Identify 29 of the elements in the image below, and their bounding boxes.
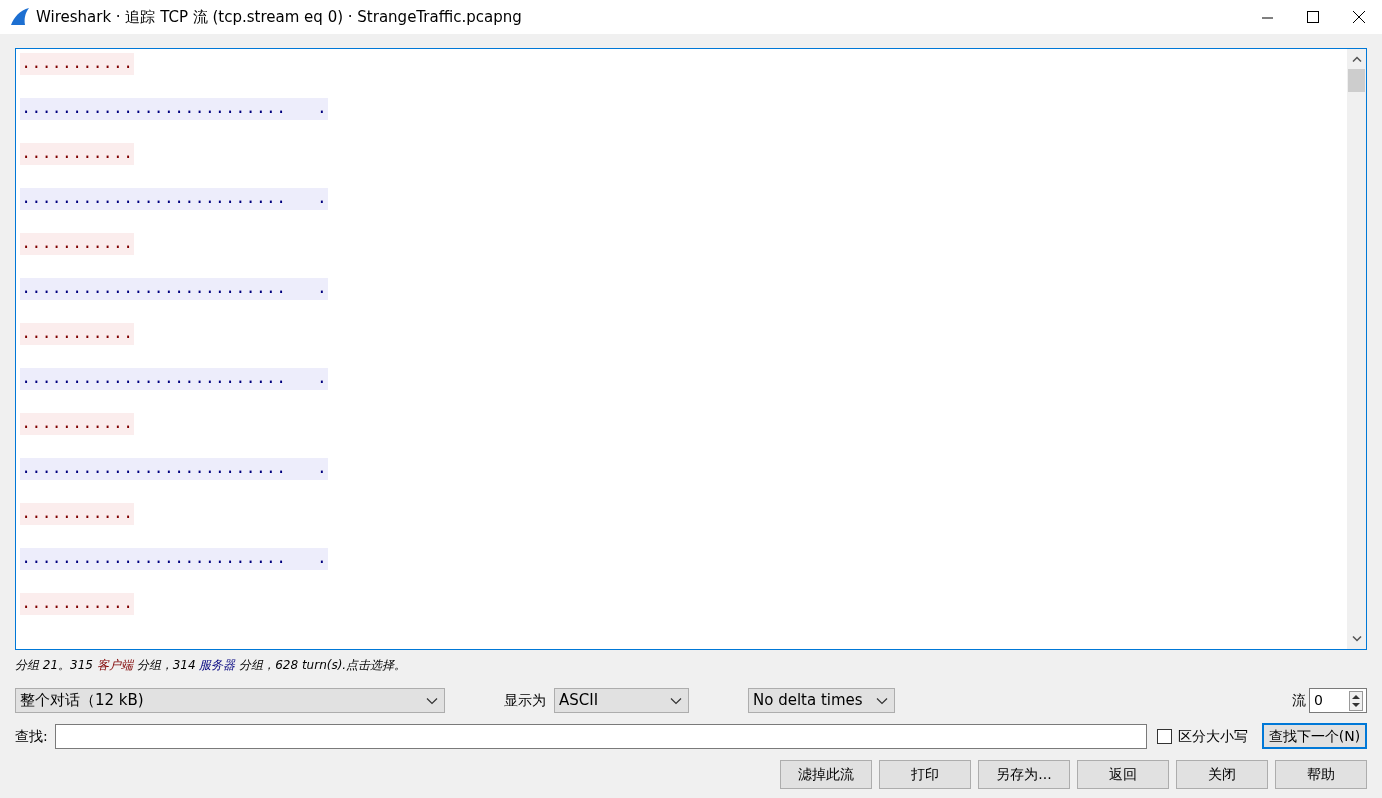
fin-logo-icon [10,8,30,26]
case-sensitive-label: 区分大小写 [1178,726,1248,746]
maximize-icon[interactable] [1307,11,1319,23]
conversation-dropdown[interactable]: 整个对话（12 kB) [15,688,445,713]
close-icon[interactable] [1353,11,1365,23]
dialog-button[interactable]: 滤掉此流 [780,760,872,789]
stream-label: 流 [1291,691,1306,710]
spin-arrows-icon[interactable] [1348,690,1363,711]
find-next-button[interactable]: 查找下一个(N) [1262,723,1367,749]
scroll-down-icon[interactable] [1351,636,1362,642]
show-as-dropdown[interactable]: ASCII [554,688,689,713]
stream-number-spinbox[interactable]: 0 [1309,688,1367,713]
chevron-down-icon [670,696,682,705]
dialog-button[interactable]: 打印 [879,760,971,789]
dialog-button[interactable]: 返回 [1077,760,1169,789]
find-label: 查找: [15,726,48,746]
scrollbar-thumb[interactable] [1348,69,1365,92]
show-as-label: 显示为 [504,691,546,710]
chevron-down-icon [876,696,888,705]
chevron-down-icon [426,696,438,705]
dialog-button[interactable]: 另存为... [978,760,1070,789]
dialog-button[interactable]: 帮助 [1275,760,1367,789]
case-sensitive-checkbox[interactable] [1157,728,1172,744]
scroll-up-icon[interactable] [1351,56,1362,62]
stream-summary-text: 分组 21。315 客户端 分组，314 服务器 分组，628 turn(s).点击选择。 [15,657,408,674]
delta-times-dropdown[interactable]: No delta times [748,688,895,713]
find-input-field[interactable] [54,723,1147,749]
window-title: Wireshark · 追踪 TCP 流 (tcp.stream eq 0) · StrangeTraffic.pcapng [36,6,522,28]
dialog-button[interactable]: 关闭 [1176,760,1268,789]
